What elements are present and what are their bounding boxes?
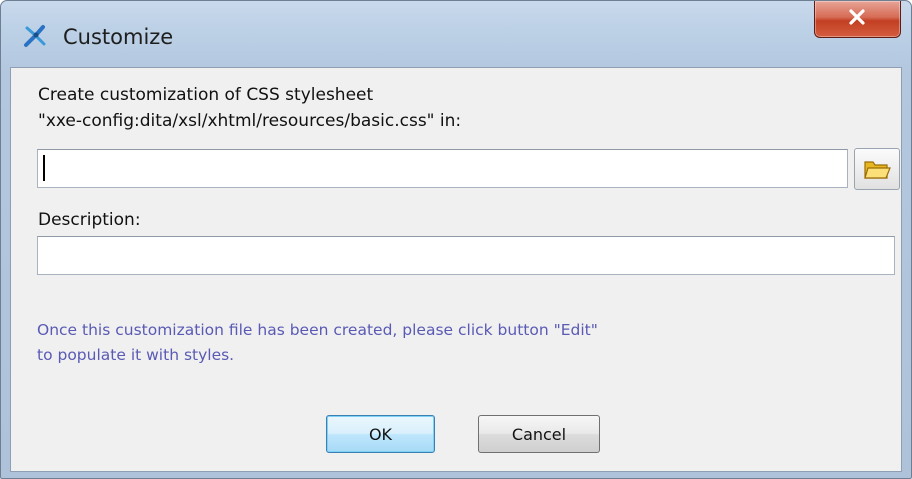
close-button[interactable] [814,1,901,38]
cancel-button[interactable]: Cancel [478,415,600,453]
intro-text-line2: "xxe-config:dita/xsl/xhtml/resources/bas… [38,111,462,131]
text-caret [43,155,45,181]
dialog-content: Create customization of CSS stylesheet "… [10,67,902,472]
intro-text-line1: Create customization of CSS stylesheet [38,85,374,105]
xxe-app-icon [23,23,49,49]
ok-button[interactable]: OK [326,415,435,453]
description-input[interactable] [37,236,895,275]
location-input[interactable] [37,149,848,188]
description-label: Description: [38,210,141,230]
info-text-line1: Once this customization file has been cr… [37,321,598,339]
title-bar[interactable]: Customize [1,1,911,65]
browse-folder-button[interactable] [854,148,900,190]
window-title: Customize [63,25,174,49]
info-text-line2: to populate it with styles. [37,346,235,364]
customize-dialog: Customize Create customization of CSS st… [0,0,912,479]
